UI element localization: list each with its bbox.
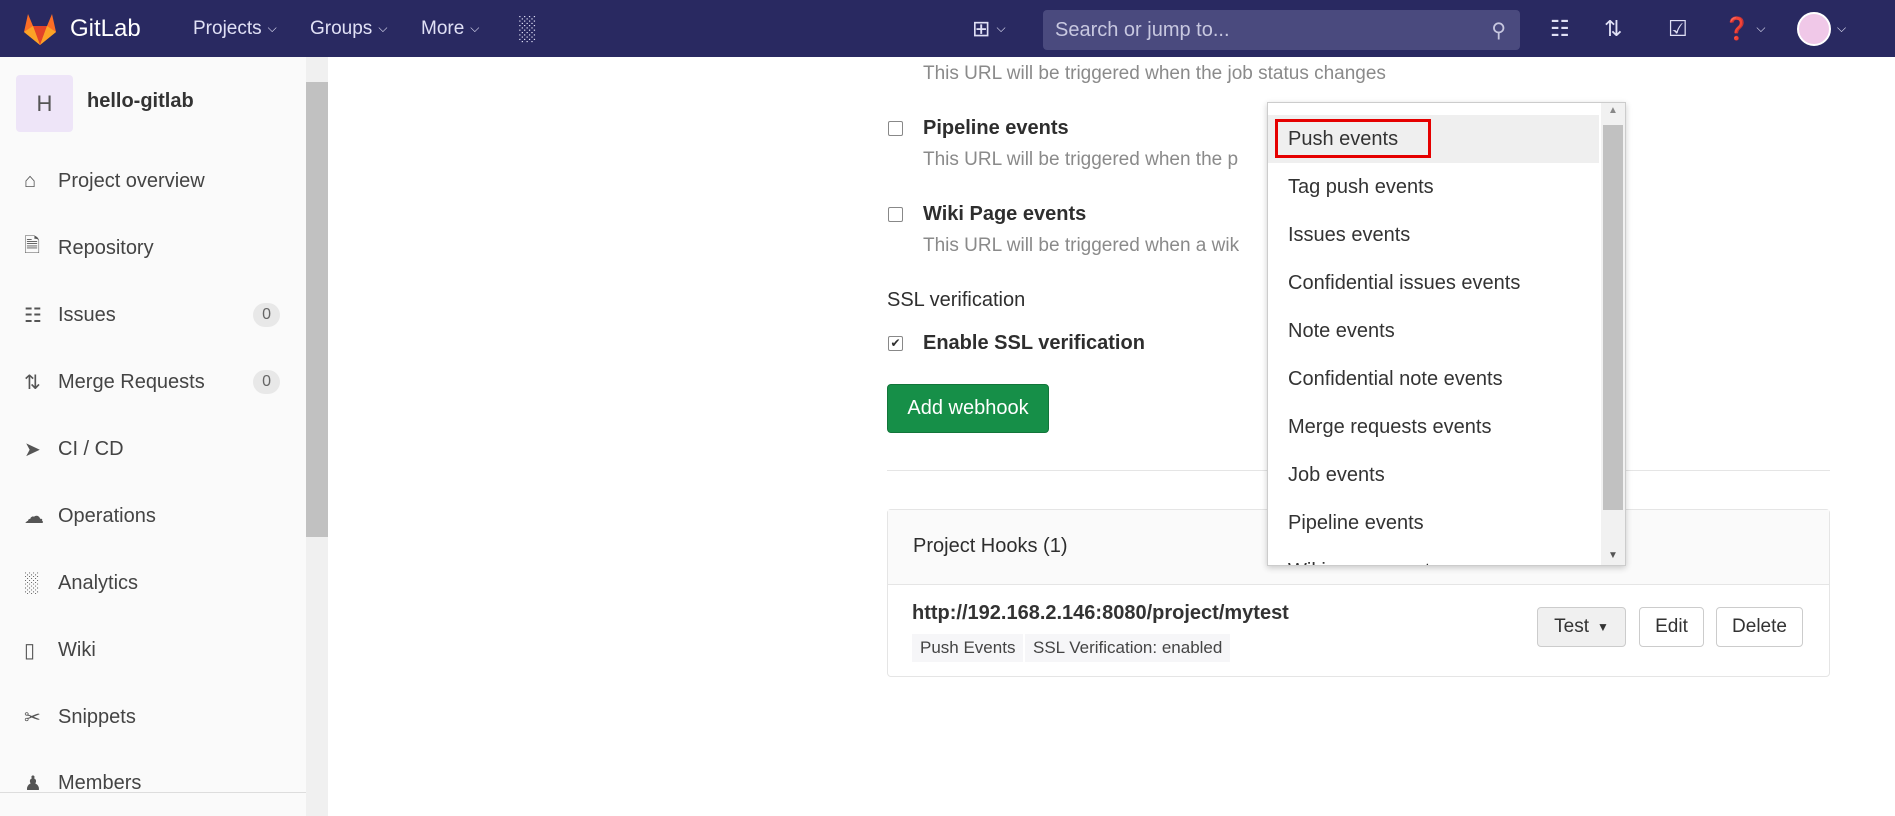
sidebar-item-label: Project overview <box>58 169 205 192</box>
nav-projects[interactable]: Projects ⌵ <box>193 0 277 57</box>
test-dropdown-button[interactable]: Test ▼ <box>1537 607 1626 647</box>
sidebar-item-ci-cd[interactable]: ➤ CI / CD <box>24 429 280 469</box>
ssl-checkbox[interactable]: ✔ <box>888 336 903 351</box>
nav-label: More <box>421 17 465 39</box>
search-placeholder: Search or jump to... <box>1055 18 1230 41</box>
test-label: Test <box>1554 616 1589 637</box>
merge-requests-icon[interactable]: ⇅ <box>1604 0 1622 57</box>
wiki-events-desc: This URL will be triggered when a wik <box>923 235 1240 256</box>
new-plus-icon[interactable]: ⊞ ⌵ <box>972 0 1006 57</box>
sidebar-item-repository[interactable]: 🗎 Repository <box>24 228 280 268</box>
user-avatar[interactable]: ⌵ <box>1797 0 1846 57</box>
count-badge: 0 <box>253 303 280 327</box>
check-icon: ✔ <box>890 336 901 350</box>
wiki-events-checkbox[interactable] <box>888 207 903 222</box>
search-input[interactable]: Search or jump to... ⚲ <box>1043 10 1520 50</box>
sidebar-scrollbar-thumb[interactable] <box>306 82 328 537</box>
job-events-desc: This URL will be triggered when the job … <box>923 63 1386 84</box>
nav-groups[interactable]: Groups ⌵ <box>310 0 387 57</box>
push-events-tag: Push Events <box>912 634 1024 662</box>
count-badge: 0 <box>253 370 280 394</box>
sidebar-item-label: Repository <box>58 236 154 259</box>
gitlab-logo[interactable]: GitLab <box>22 0 141 57</box>
sidebar-item-label: Issues <box>58 303 116 326</box>
option-tag-push-events[interactable]: Tag push events <box>1268 163 1599 211</box>
sidebar-item-snippets[interactable]: ✂ Snippets <box>24 697 280 737</box>
dropdown-scrollbar[interactable]: ▲ ▼ <box>1601 103 1625 565</box>
pipeline-events-checkbox[interactable] <box>888 121 903 136</box>
option-job-events[interactable]: Job events <box>1268 451 1599 499</box>
brand-name: GitLab <box>70 14 141 42</box>
nav-label: Groups <box>310 17 373 39</box>
scroll-up-icon[interactable]: ▲ <box>1601 105 1625 116</box>
sidebar-item-issues[interactable]: ☷ Issues 0 <box>24 295 280 335</box>
todos-icon[interactable]: ☑ <box>1668 0 1688 57</box>
add-webhook-button[interactable]: Add webhook <box>887 384 1049 433</box>
caret-down-icon: ▼ <box>1596 620 1609 634</box>
home-icon: ⌂ <box>24 169 37 192</box>
delete-button[interactable]: Delete <box>1716 607 1803 647</box>
sidebar-item-label: CI / CD <box>58 437 124 460</box>
sidebar-item-label: Operations <box>58 504 156 527</box>
option-note-events[interactable]: Note events <box>1268 307 1599 355</box>
ssl-tag: SSL Verification: enabled <box>1025 634 1231 662</box>
test-dropdown-menu: Push events Tag push events Issues event… <box>1267 102 1626 566</box>
cloud-icon: ☁ <box>24 505 44 528</box>
hook-url: http://192.168.2.146:8080/project/mytest <box>912 602 1289 624</box>
sidebar-item-label: Analytics <box>58 571 139 594</box>
sidebar-item-project-overview[interactable]: ⌂ Project overview <box>24 161 280 201</box>
pipeline-events-label[interactable]: Pipeline events <box>923 117 1069 140</box>
option-merge-requests-events[interactable]: Merge requests events <box>1268 403 1599 451</box>
search-icon: ⚲ <box>1491 20 1506 42</box>
option-confidential-issues-events[interactable]: Confidential issues events <box>1268 259 1599 307</box>
sidebar-divider <box>0 792 306 793</box>
dropdown-scrollbar-thumb[interactable] <box>1603 125 1623 510</box>
panel-title: Project Hooks (1) <box>913 535 1068 557</box>
wiki-events-label[interactable]: Wiki Page events <box>923 203 1086 226</box>
ssl-label[interactable]: Enable SSL verification <box>923 332 1145 355</box>
option-pipeline-events[interactable]: Pipeline events <box>1268 499 1599 547</box>
sidebar-item-label: Wiki <box>58 638 96 661</box>
option-confidential-note-events[interactable]: Confidential note events <box>1268 355 1599 403</box>
scissors-icon: ✂ <box>24 706 41 729</box>
edit-button[interactable]: Edit <box>1639 607 1704 647</box>
option-wiki-page-events[interactable]: Wiki page events <box>1268 547 1599 566</box>
nav-more[interactable]: More ⌵ <box>421 0 479 57</box>
sidebar-item-label: Snippets <box>58 705 136 728</box>
rocket-icon: ➤ <box>24 438 41 461</box>
sidebar-item-members[interactable]: ♟ Members <box>24 763 280 803</box>
sidebar-item-operations[interactable]: ☁ Operations <box>24 496 280 536</box>
sidebar-item-analytics[interactable]: ░ Analytics <box>24 563 280 603</box>
sidebar-item-wiki[interactable]: ▯ Wiki <box>24 630 280 670</box>
issues-icon: ☷ <box>24 304 42 327</box>
book-icon: ▯ <box>24 639 36 662</box>
sidebar-item-merge-requests[interactable]: ⇅ Merge Requests 0 <box>24 362 280 402</box>
project-name[interactable]: hello-gitlab <box>87 90 194 113</box>
merge-icon: ⇅ <box>24 371 41 394</box>
scroll-down-icon[interactable]: ▼ <box>1601 550 1625 561</box>
help-icon[interactable]: ❓ ⌵ <box>1723 0 1766 57</box>
doc-icon: 🗎 <box>24 235 41 257</box>
chevron-down-icon: ⌵ <box>267 21 277 35</box>
tanuki-icon <box>24 13 56 45</box>
ssl-heading: SSL verification <box>887 289 1026 311</box>
activity-chart-icon[interactable]: ░ <box>518 0 535 57</box>
pipeline-events-desc: This URL will be triggered when the p <box>923 149 1239 170</box>
top-navbar: GitLab Projects ⌵ Groups ⌵ More ⌵ ░ ⊞ ⌵ Sear… <box>0 0 1895 57</box>
chevron-down-icon: ⌵ <box>470 21 480 35</box>
chevron-down-icon: ⌵ <box>378 21 388 35</box>
sidebar-item-label: Merge Requests <box>58 370 205 393</box>
chart-icon: ░ <box>24 571 39 594</box>
nav-label: Projects <box>193 17 262 39</box>
avatar-icon <box>1797 11 1831 46</box>
option-issues-events[interactable]: Issues events <box>1268 211 1599 259</box>
highlight-annotation <box>1275 119 1431 158</box>
todo-issues-icon[interactable]: ☷ <box>1550 0 1570 57</box>
project-avatar: H <box>16 75 73 132</box>
